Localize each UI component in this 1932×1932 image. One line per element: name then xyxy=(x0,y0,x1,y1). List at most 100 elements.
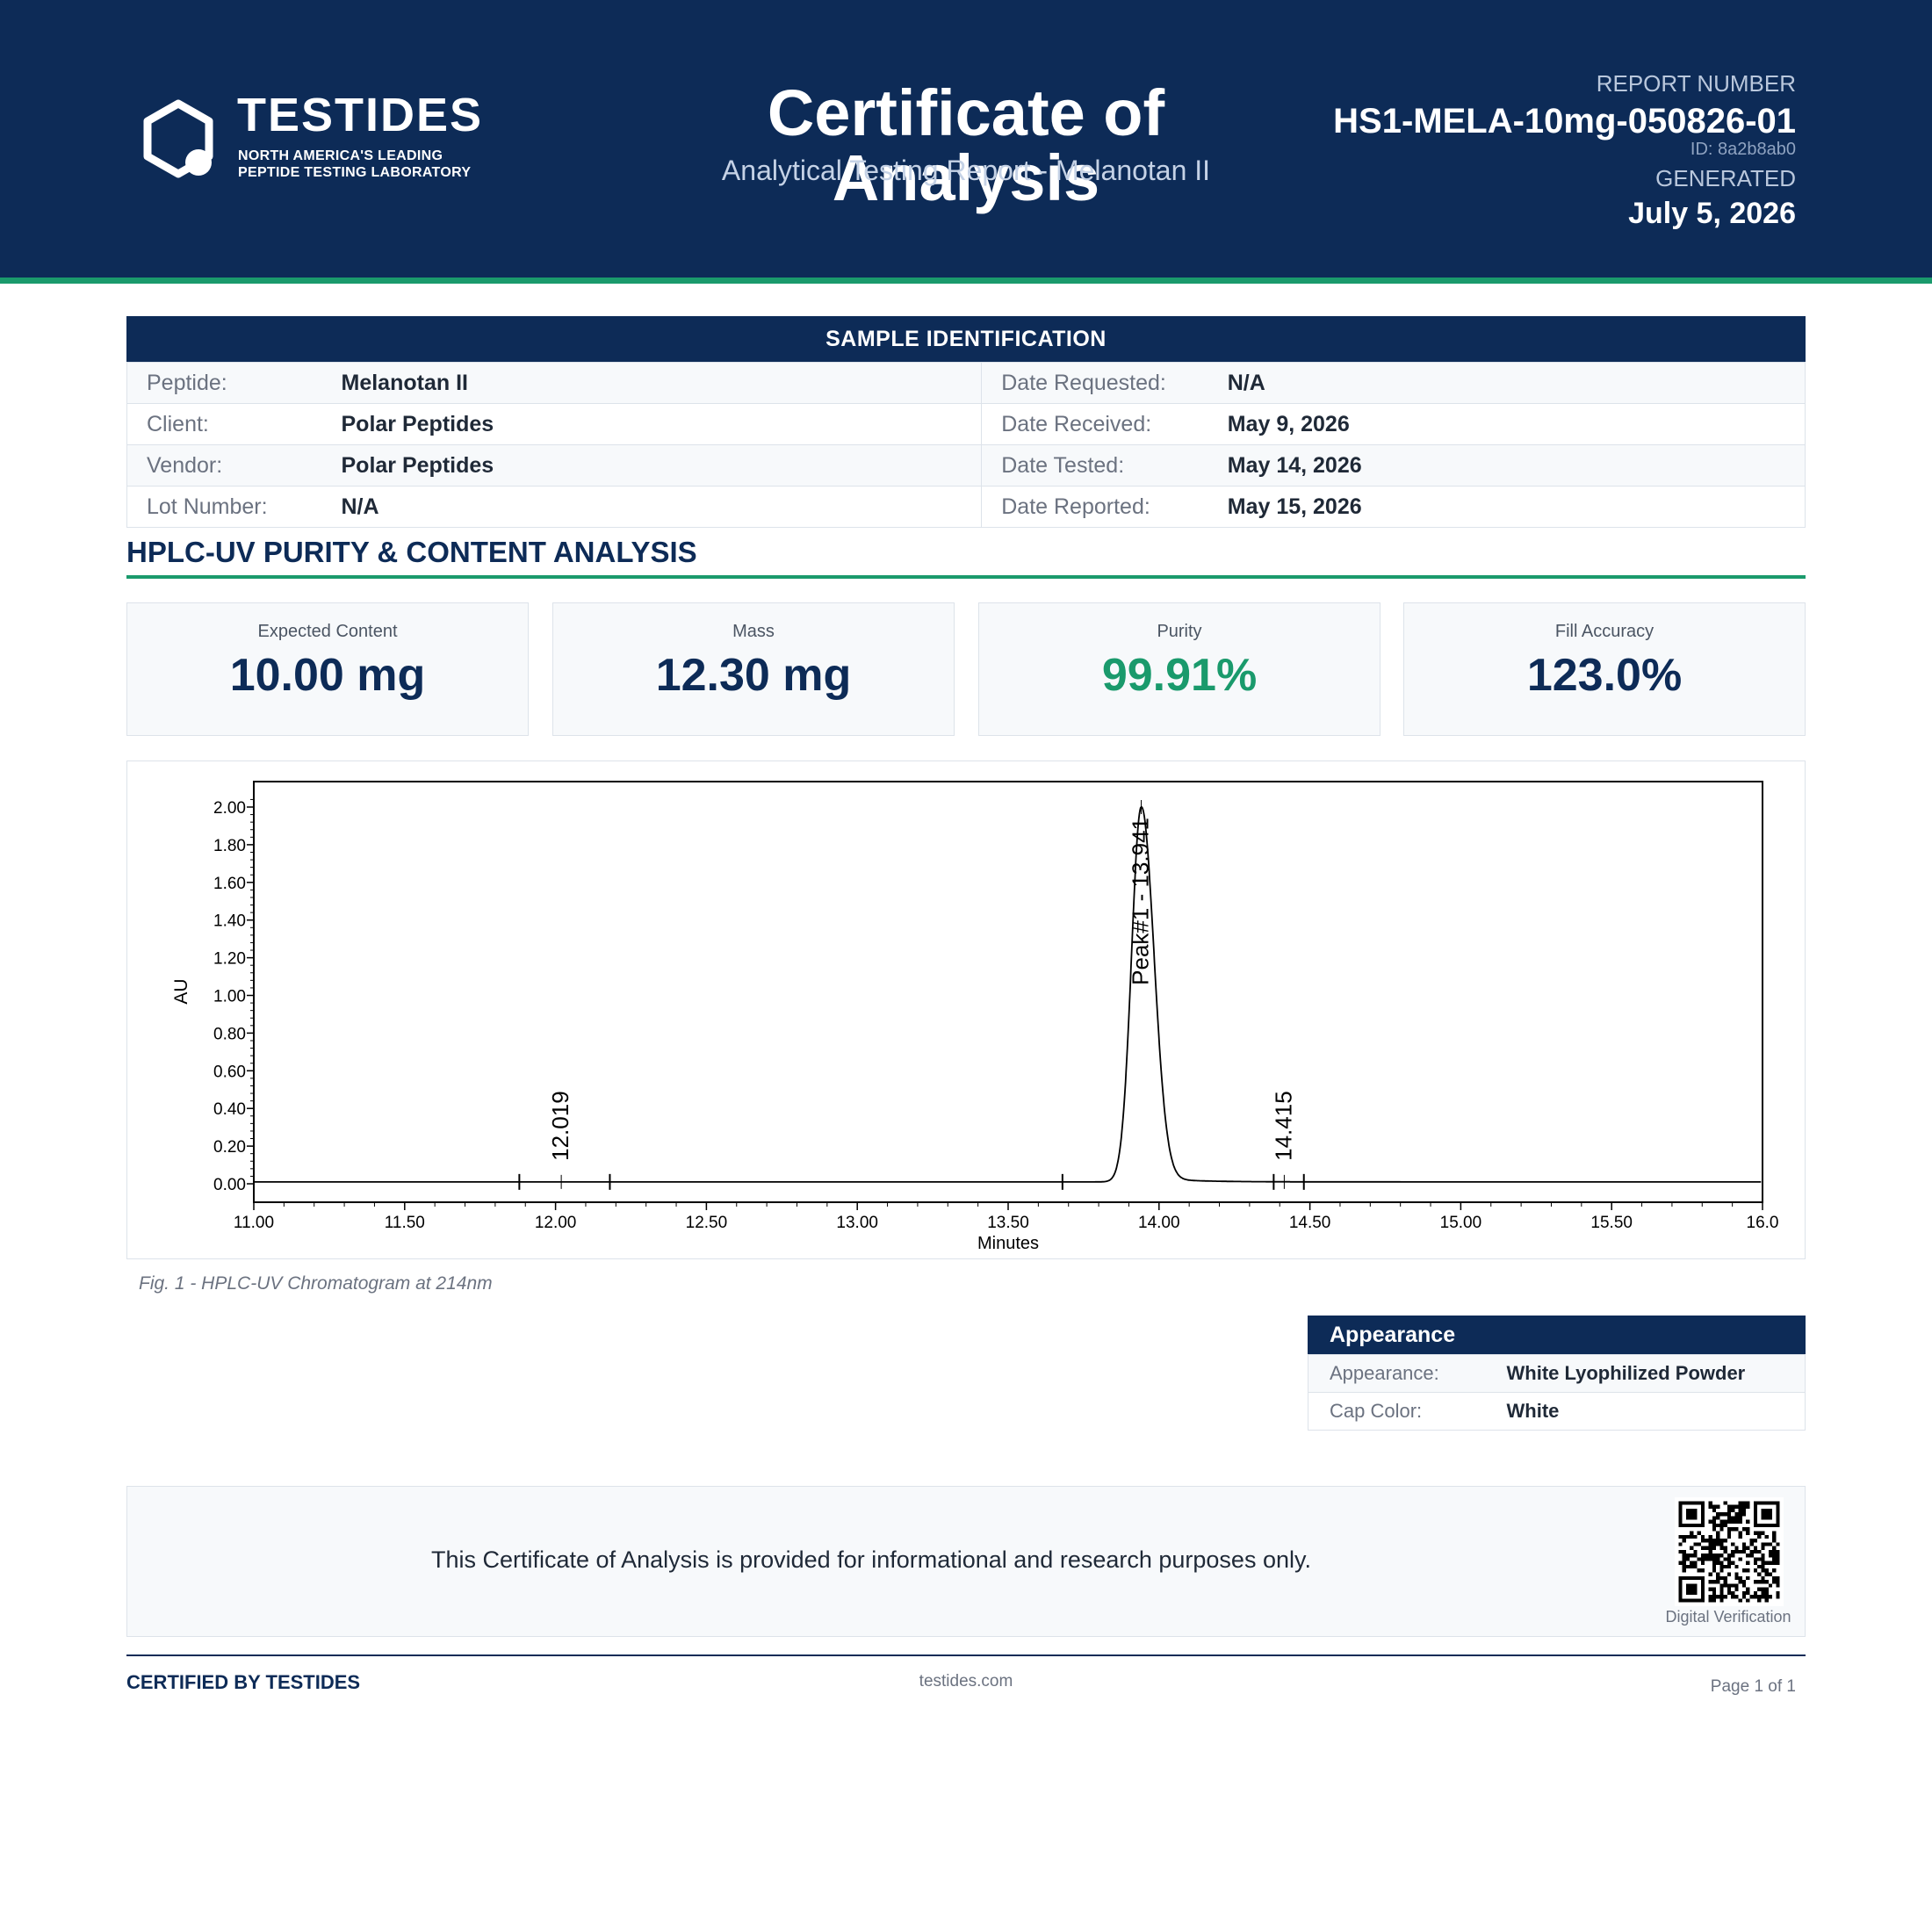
footer-divider xyxy=(126,1654,1806,1656)
footer-website-link[interactable]: testides.com xyxy=(790,1672,1142,1691)
field-value: White Lyophilized Powder xyxy=(1506,1354,1806,1393)
qr-module xyxy=(1719,1542,1724,1546)
qr-module xyxy=(1712,1508,1717,1513)
qr-module xyxy=(1746,1598,1750,1603)
qr-module xyxy=(1731,1590,1735,1596)
plot-frame xyxy=(253,781,1763,1203)
qr-module xyxy=(1693,1549,1698,1554)
qr-module xyxy=(1690,1531,1694,1535)
qr-module xyxy=(1768,1572,1773,1576)
qr-code-icon[interactable] xyxy=(1675,1497,1784,1606)
qr-module xyxy=(1719,1583,1724,1588)
qr-module xyxy=(1738,1580,1742,1584)
qr-module xyxy=(1693,1554,1698,1558)
generated-date: July 5, 2026 xyxy=(1628,197,1796,230)
qr-module xyxy=(1731,1519,1735,1524)
field-label: Date Tested: xyxy=(981,444,1208,487)
qr-module xyxy=(1719,1587,1724,1591)
qr-module xyxy=(1741,1504,1747,1509)
qr-module xyxy=(1757,1531,1762,1535)
qr-module xyxy=(1719,1546,1724,1550)
qr-module xyxy=(1716,1554,1720,1558)
qr-module xyxy=(1761,1554,1765,1558)
qr-label: Digital Verification xyxy=(1665,1608,1791,1626)
qr-module xyxy=(1678,1549,1683,1554)
qr-module xyxy=(1723,1523,1727,1528)
qr-module xyxy=(1716,1580,1720,1584)
metric-expected-content: Expected Content 10.00 mg xyxy=(126,602,529,736)
qr-module xyxy=(1768,1549,1773,1554)
qr-module xyxy=(1753,1590,1758,1596)
qr-module xyxy=(1719,1575,1724,1581)
field-label: Date Reported: xyxy=(981,486,1208,528)
metric-value: 12.30 mg xyxy=(655,650,852,701)
qr-module xyxy=(1716,1561,1720,1565)
qr-module xyxy=(1723,1564,1727,1569)
qr-module xyxy=(1690,1564,1694,1569)
qr-module xyxy=(1738,1534,1742,1539)
qr-module xyxy=(1738,1516,1742,1520)
qr-module xyxy=(1690,1534,1694,1539)
footer-certified: CERTIFIED BY TESTIDES xyxy=(126,1671,361,1693)
qr-module xyxy=(1708,1580,1712,1584)
disclaimer-text: This Certificate of Analysis is provided… xyxy=(431,1546,1311,1573)
qr-module xyxy=(1712,1564,1717,1569)
qr-module xyxy=(1708,1549,1712,1554)
metric-value: 10.00 mg xyxy=(229,650,426,701)
qr-module xyxy=(1705,1539,1709,1543)
appearance-heading: Appearance xyxy=(1308,1316,1806,1354)
qr-module xyxy=(1734,1595,1739,1599)
qr-module xyxy=(1682,1561,1686,1565)
qr-module xyxy=(1746,1546,1750,1550)
qr-module xyxy=(1764,1580,1769,1584)
x-tick-label: 13.00 xyxy=(836,1214,878,1232)
qr-module xyxy=(1761,1531,1765,1535)
qr-module xyxy=(1697,1557,1701,1561)
qr-module xyxy=(1768,1595,1773,1599)
qr-module xyxy=(1727,1564,1732,1569)
qr-module xyxy=(1741,1501,1747,1505)
qr-module xyxy=(1716,1504,1720,1509)
qr-module xyxy=(1712,1504,1717,1509)
qr-module xyxy=(1690,1546,1694,1550)
brand-tagline: NORTH AMERICA'S LEADING PEPTIDE TESTING … xyxy=(238,148,471,181)
qr-module xyxy=(1716,1534,1720,1539)
section-divider xyxy=(126,575,1806,579)
qr-module xyxy=(1719,1595,1724,1599)
qr-module xyxy=(1753,1580,1758,1584)
qr-module xyxy=(1749,1549,1754,1554)
qr-module xyxy=(1708,1554,1712,1558)
qr-module xyxy=(1738,1557,1742,1561)
qr-module xyxy=(1712,1516,1717,1520)
field-label: Appearance: xyxy=(1308,1354,1507,1393)
peak-label: 12.019 xyxy=(547,1091,573,1161)
qr-module xyxy=(1682,1534,1686,1539)
qr-module xyxy=(1749,1554,1754,1558)
sample-table: Peptide: Melanotan II Date Requested: N/… xyxy=(126,362,1806,528)
qr-module xyxy=(1723,1595,1727,1599)
field-value: May 14, 2026 xyxy=(1208,444,1806,487)
qr-module xyxy=(1731,1508,1735,1513)
qr-module xyxy=(1768,1554,1773,1558)
qr-module xyxy=(1716,1523,1720,1528)
y-tick-label: 1.60 xyxy=(213,875,246,893)
qr-module xyxy=(1716,1575,1720,1581)
qr-module xyxy=(1753,1568,1758,1573)
qr-module xyxy=(1697,1531,1701,1535)
metric-label: Fill Accuracy xyxy=(1554,622,1654,641)
qr-module xyxy=(1761,1568,1765,1573)
qr-module xyxy=(1757,1595,1762,1599)
qr-module xyxy=(1746,1554,1750,1558)
qr-module xyxy=(1712,1580,1717,1584)
field-value: May 9, 2026 xyxy=(1208,403,1806,445)
qr-module xyxy=(1764,1572,1769,1576)
tagline-line-2: PEPTIDE TESTING LABORATORY xyxy=(238,165,472,180)
qr-module xyxy=(1772,1549,1777,1554)
footer-page-number: Page 1 of 1 xyxy=(1710,1677,1796,1696)
y-tick-label: 0.00 xyxy=(213,1176,246,1194)
qr-module xyxy=(1772,1534,1777,1539)
qr-module xyxy=(1746,1519,1750,1524)
qr-module xyxy=(1716,1572,1720,1576)
qr-module xyxy=(1708,1501,1712,1505)
report-number: HS1-MELA-10mg-050826-01 xyxy=(1333,102,1796,141)
